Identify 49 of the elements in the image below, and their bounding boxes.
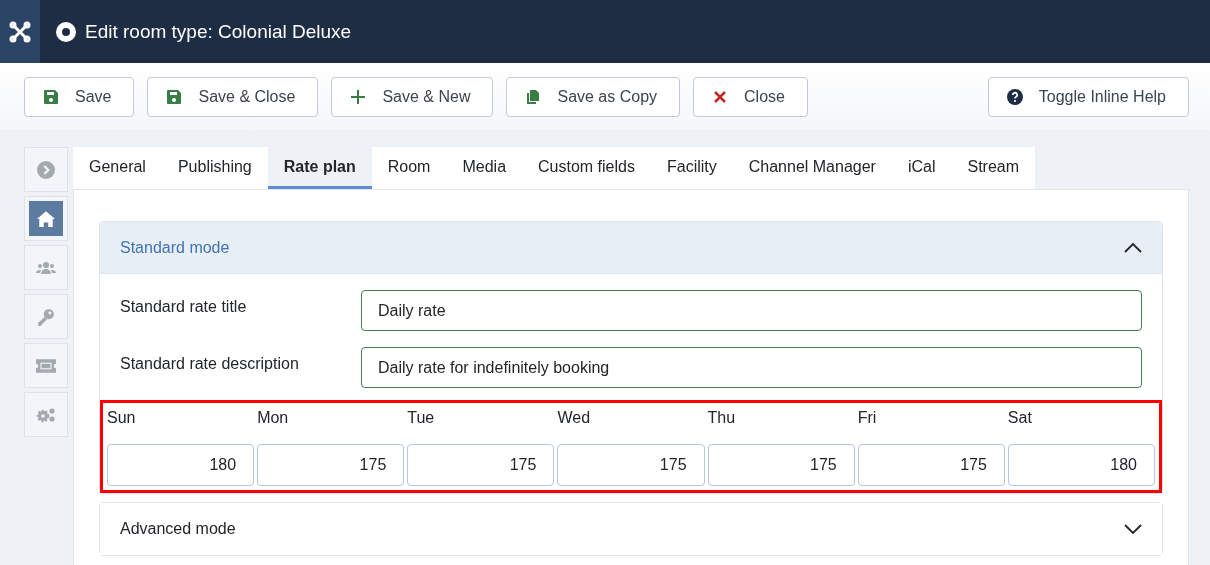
day-label: Sun (107, 408, 137, 428)
plus-icon (350, 88, 367, 105)
day-label: Sat (1007, 408, 1033, 428)
toolbar-button[interactable]: Close (693, 76, 808, 117)
save-icon (43, 88, 59, 105)
tab[interactable]: Rate plan (267, 147, 372, 189)
toolbar-button[interactable]: Save (24, 76, 135, 117)
day-label: Thu (707, 408, 737, 428)
sidebar-item[interactable] (24, 245, 68, 290)
help-icon (1006, 88, 1023, 105)
copy-icon (525, 88, 542, 105)
save-icon (166, 88, 183, 105)
sidebar-item[interactable] (24, 196, 68, 241)
toolbar-button[interactable]: Save & New (331, 76, 494, 117)
ticket-icon (36, 356, 56, 375)
logo-icon[interactable] (0, 0, 40, 63)
chevron-down-icon (1124, 523, 1142, 535)
day-label: Mon (257, 408, 290, 428)
rate-field[interactable]: 180 (1007, 444, 1155, 486)
rate-field[interactable]: 180 (107, 444, 255, 486)
text-field[interactable]: Daily rate for indefinitely booking (361, 347, 1142, 388)
chevron-up-icon (1124, 241, 1142, 254)
rate-field[interactable]: 175 (257, 444, 405, 486)
target-icon (56, 21, 76, 42)
home-icon (36, 209, 56, 228)
accordion-header[interactable]: Advanced mode (100, 503, 1162, 555)
page-title: Edit room type: Colonial Deluxe (85, 20, 352, 43)
text-field[interactable]: Daily rate (361, 290, 1142, 331)
key-icon (36, 307, 56, 326)
toolbar-button[interactable]: Save as Copy (506, 76, 681, 117)
toolbar-button[interactable]: Save & Close (147, 76, 319, 117)
sidebar-item[interactable] (24, 147, 68, 192)
day-label: Fri (857, 408, 878, 428)
sidebar-item[interactable] (24, 343, 68, 388)
rate-field[interactable]: 175 (857, 444, 1005, 486)
rate-field[interactable]: 175 (707, 444, 855, 486)
help-button[interactable]: Toggle Inline Help (987, 76, 1189, 117)
field-label: Standard rate title (120, 297, 248, 316)
day-label: Wed (557, 408, 592, 428)
rate-field[interactable]: 175 (407, 444, 555, 486)
day-label: Tue (407, 408, 436, 428)
gears-icon (36, 405, 56, 424)
field-label: Standard rate description (120, 354, 300, 373)
sidebar-item[interactable] (24, 392, 68, 437)
chevron-right-icon (36, 160, 56, 179)
sidebar-item[interactable] (24, 294, 68, 339)
close-icon (712, 88, 729, 105)
accordion-header[interactable]: Standard mode (100, 222, 1162, 274)
rate-field[interactable]: 175 (557, 444, 705, 486)
